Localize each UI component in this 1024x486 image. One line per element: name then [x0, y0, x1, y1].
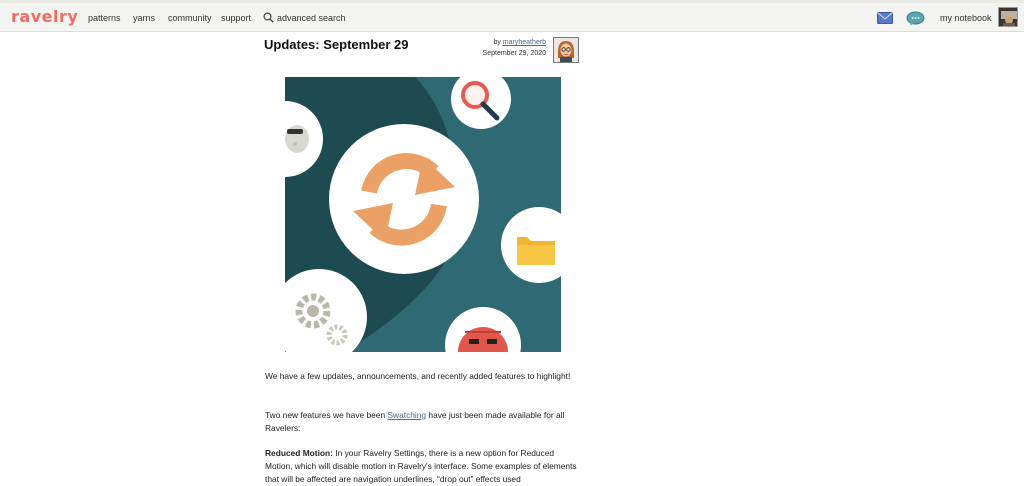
author-avatar[interactable]: [553, 37, 579, 63]
article-byline: by maryheatherb September 29, 2020: [472, 39, 546, 57]
nav-yarns[interactable]: yarns: [133, 13, 155, 23]
nav-community[interactable]: community: [168, 13, 212, 23]
forum-icon[interactable]: [906, 11, 925, 26]
paragraph-reduced-motion: Reduced Motion: In your Ravelry Settings…: [265, 447, 583, 486]
top-border: [0, 0, 1024, 3]
sync-icon: [329, 124, 479, 274]
advanced-search-link[interactable]: advanced search: [277, 13, 346, 23]
swatching-link[interactable]: Swatching: [387, 410, 426, 420]
ravelry-logo[interactable]: ravelry: [11, 7, 78, 26]
my-notebook-link[interactable]: my notebook: [940, 13, 992, 23]
article-date: September 29, 2020: [482, 50, 546, 57]
paragraph-intro: We have a few updates, announcements, an…: [265, 370, 583, 383]
article-title: Updates: September 29: [264, 37, 409, 52]
author-avatar-image: [554, 38, 578, 62]
message-icon[interactable]: [877, 12, 893, 24]
user-avatar[interactable]: [998, 7, 1018, 27]
reduced-motion-heading: Reduced Motion:: [265, 448, 333, 458]
paragraph-features: Two new features we have been Swatching …: [265, 409, 583, 435]
top-navigation-bar: ravelry patterns yarns community support…: [0, 0, 1024, 32]
nav-support[interactable]: support: [221, 13, 251, 23]
paragraph-intro-text: We have a few updates, announcements, an…: [265, 371, 571, 381]
hero-illustration: [285, 77, 561, 352]
search-icon[interactable]: [263, 12, 274, 23]
paragraph-features-text-start: Two new features we have been: [265, 410, 388, 420]
author-link[interactable]: maryheatherb: [503, 39, 546, 46]
nav-patterns[interactable]: patterns: [88, 13, 121, 23]
byline-prefix: by: [493, 39, 501, 46]
user-avatar-image: [999, 8, 1017, 26]
